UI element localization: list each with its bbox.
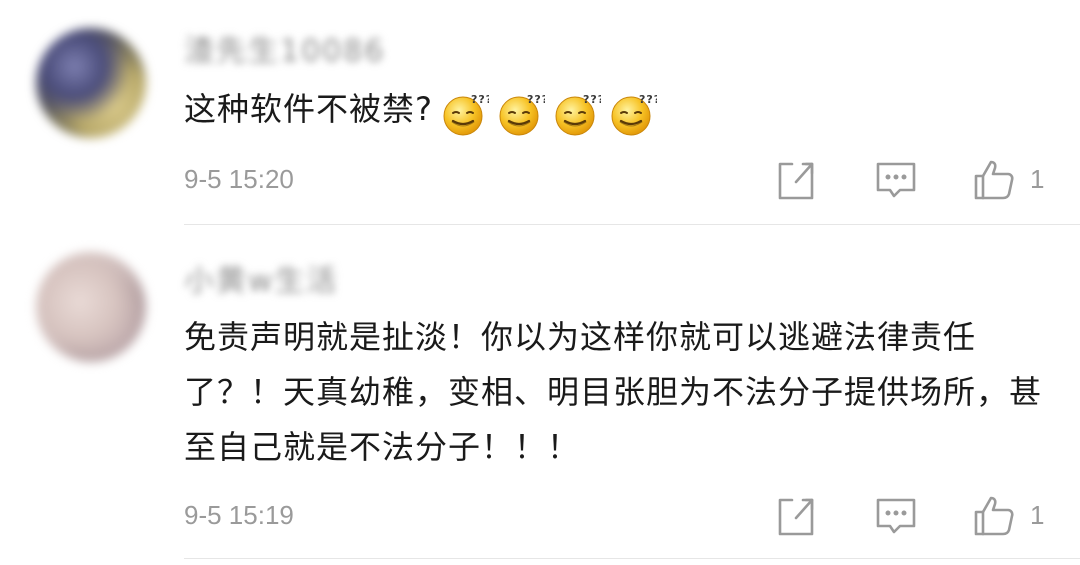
like-count: 1 [1030, 500, 1045, 530]
like-icon[interactable] [972, 494, 1016, 538]
avatar[interactable] [36, 252, 146, 362]
comment-item: 小黄w生活 免责声明就是扯淡！你以为这样你就可以逃避法律责任了？！天真幼稚，变相… [0, 0, 1080, 565]
username[interactable]: 小黄w生活 [184, 256, 339, 300]
reply-icon[interactable] [874, 494, 918, 538]
comment-list: 渣先生10086 这种软件不被禁? ??? ??? ?? 9-5 15:20 1… [0, 0, 1080, 565]
timestamp: 9-5 15:19 [184, 500, 294, 530]
comment-text: 免责声明就是扯淡！你以为这样你就可以逃避法律责任了？！天真幼稚，变相、明目张胆为… [184, 318, 1043, 466]
comment-meta: 9-5 15:19 1 [184, 494, 1080, 538]
share-icon[interactable] [776, 494, 820, 538]
divider [184, 558, 1080, 559]
